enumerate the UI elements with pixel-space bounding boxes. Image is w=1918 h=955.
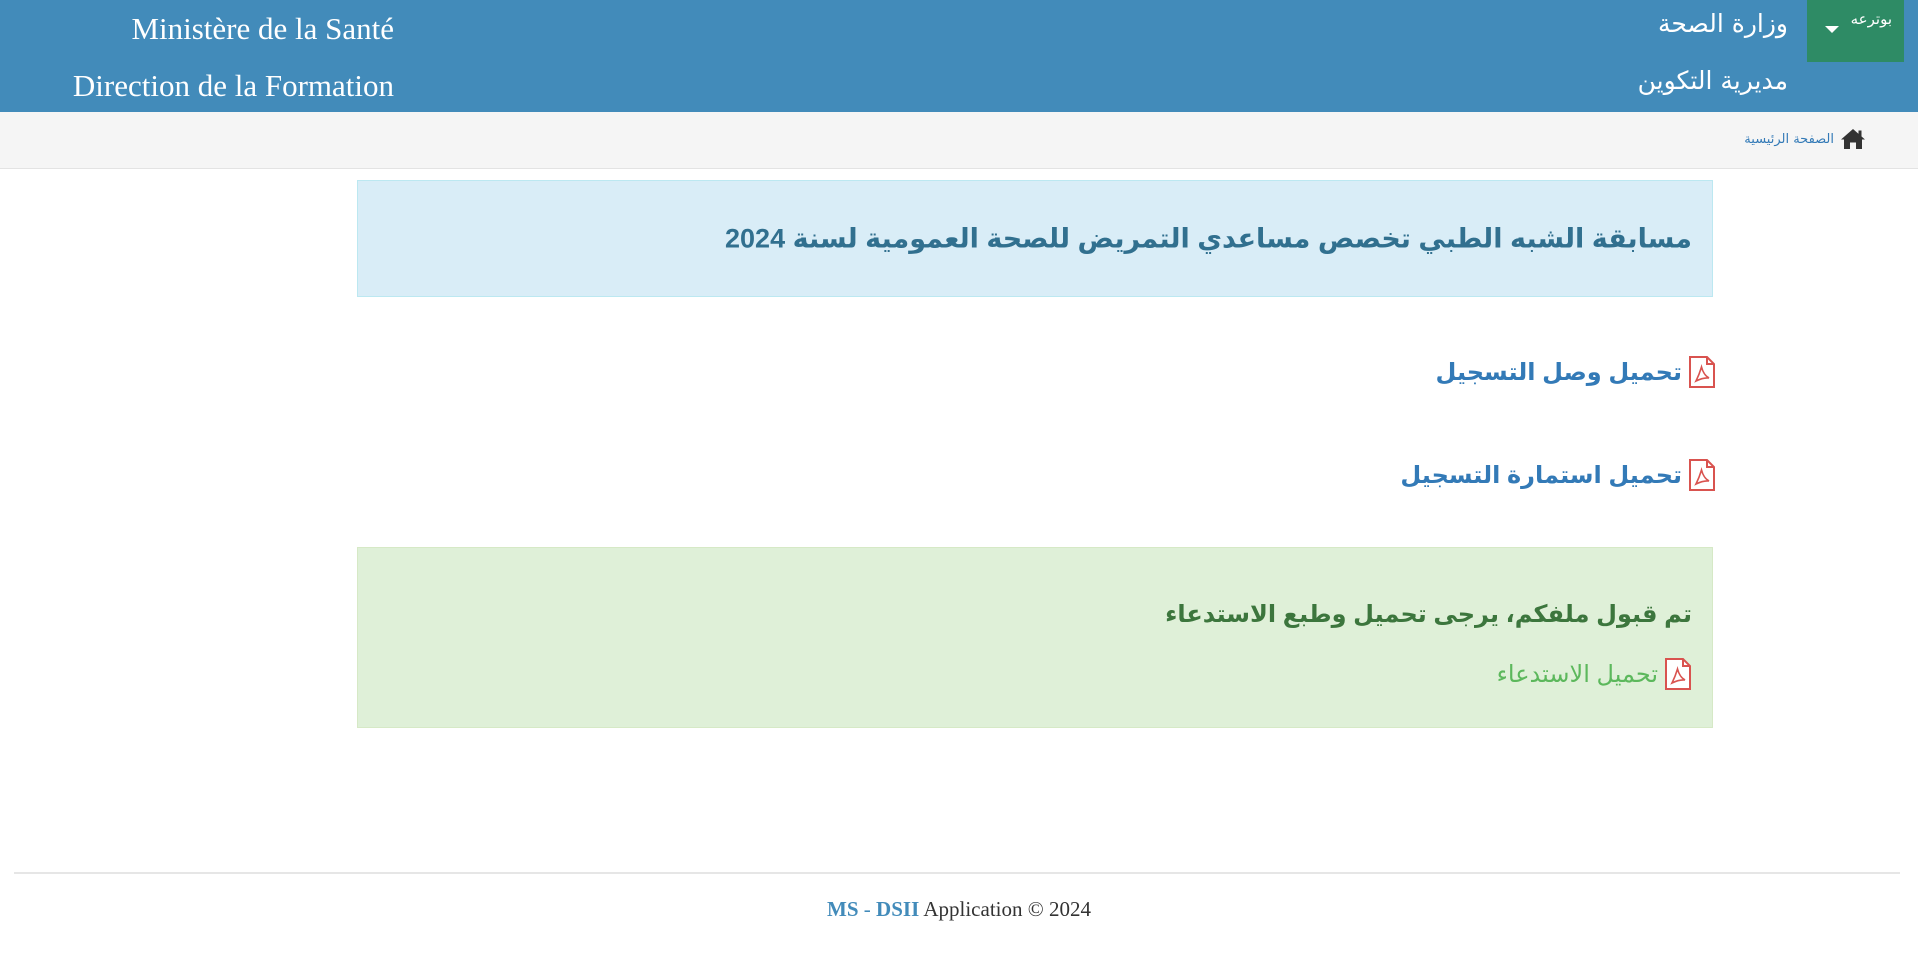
footer-copyright: Application © 2024 xyxy=(923,897,1091,921)
site-header: Ministère de la Santé Direction de la Fo… xyxy=(0,0,1918,112)
user-name: بوترعه xyxy=(1850,10,1892,28)
download-registration-receipt-link[interactable]: تحميل وصل التسجيل xyxy=(1436,353,1716,391)
ministry-name-ar: وزارة الصحة xyxy=(1658,9,1788,38)
breadcrumb: الصفحة الرئيسية xyxy=(0,112,1918,169)
acceptance-message: تم قبول ملفكم، يرجى تحميل وطبع الاستدعاء xyxy=(1165,601,1692,628)
download-registration-receipt-label: تحميل وصل التسجيل xyxy=(1435,358,1682,386)
breadcrumb-home-label: الصفحة الرئيسية xyxy=(1744,131,1834,147)
contest-info-panel: مسابقة الشبه الطبي تخصص مساعدي التمريض ل… xyxy=(357,180,1713,297)
footer-brand-ms: MS xyxy=(827,897,859,921)
user-menu-button[interactable]: بوترعه xyxy=(1807,0,1904,62)
pdf-icon xyxy=(1689,356,1715,388)
directorate-name-ar: مديرية التكوين xyxy=(1637,66,1788,95)
acceptance-alert: تم قبول ملفكم، يرجى تحميل وطبع الاستدعاء… xyxy=(357,547,1713,728)
pdf-icon xyxy=(1665,658,1691,690)
caret-down-icon xyxy=(1825,26,1839,33)
footer-separator: - xyxy=(863,897,871,921)
ministry-name-fr: Ministère de la Santé xyxy=(131,11,394,46)
download-convocation-label: تحميل الاستدعاء xyxy=(1496,660,1658,688)
home-icon xyxy=(1841,129,1865,149)
footer-brand-dsii: DSII xyxy=(876,897,920,921)
breadcrumb-home-link[interactable]: الصفحة الرئيسية xyxy=(1744,126,1866,152)
contest-title: مسابقة الشبه الطبي تخصص مساعدي التمريض ل… xyxy=(725,223,1692,253)
site-footer: MS - DSII Application © 2024 xyxy=(0,897,1918,922)
download-registration-form-link[interactable]: تحميل استمارة التسجيل xyxy=(1400,456,1716,494)
download-convocation-link[interactable]: تحميل الاستدعاء xyxy=(1497,656,1692,692)
footer-divider xyxy=(14,872,1900,874)
pdf-icon xyxy=(1689,459,1715,491)
directorate-name-fr: Direction de la Formation xyxy=(72,68,394,103)
download-registration-form-label: تحميل استمارة التسجيل xyxy=(1400,461,1682,489)
